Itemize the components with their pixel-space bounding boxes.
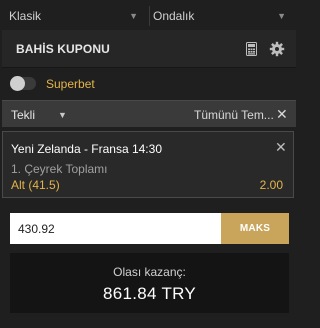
remove-bet-icon[interactable]: ✕ bbox=[275, 139, 287, 156]
bet-type-value: Klasik bbox=[9, 9, 42, 23]
bet-type-select[interactable]: Klasik ▼ bbox=[6, 6, 144, 26]
calculator-icon[interactable] bbox=[246, 42, 257, 56]
stake-input[interactable] bbox=[10, 213, 221, 244]
superbet-row: Superbet bbox=[2, 69, 296, 98]
bet-card: Yeni Zelanda - Fransa 14:30 ✕ 1. Çeyrek … bbox=[2, 131, 294, 198]
close-icon[interactable]: ✕ bbox=[276, 106, 288, 123]
clear-all-link[interactable]: Tümünü Tem... bbox=[194, 108, 274, 122]
market-name: 1. Çeyrek Toplamı bbox=[11, 162, 108, 176]
bet-slip-header: BAHİS KUPONU bbox=[2, 30, 296, 68]
match-name: Yeni Zelanda - Fransa 14:30 bbox=[11, 142, 162, 156]
potential-winnings-box: Olası kazanç: 861.84 TRY bbox=[10, 253, 289, 313]
chevron-down-icon: ▼ bbox=[129, 11, 138, 21]
bet-slip-title: BAHİS KUPONU bbox=[16, 42, 110, 56]
potential-winnings-label: Olası kazanç: bbox=[113, 265, 186, 279]
selection-odds: 2.00 bbox=[259, 178, 283, 192]
odds-format-value: Ondalık bbox=[153, 9, 195, 23]
single-bet-bar: Tekli ▼ Tümünü Tem... ✕ bbox=[2, 100, 296, 127]
selection-name: Alt (41.5) bbox=[11, 178, 60, 192]
chevron-down-icon[interactable]: ▼ bbox=[58, 110, 67, 120]
max-stake-button[interactable]: MAKS bbox=[221, 213, 289, 244]
gear-icon[interactable] bbox=[269, 41, 285, 57]
potential-winnings-amount: 861.84 TRY bbox=[102, 284, 197, 303]
superbet-label: Superbet bbox=[46, 77, 95, 91]
superbet-toggle[interactable] bbox=[10, 76, 36, 91]
bet-mode-select[interactable]: Tekli bbox=[11, 108, 35, 122]
toggle-knob bbox=[10, 76, 25, 91]
odds-format-select[interactable]: Ondalık ▼ bbox=[149, 6, 292, 26]
chevron-down-icon: ▼ bbox=[277, 11, 286, 21]
